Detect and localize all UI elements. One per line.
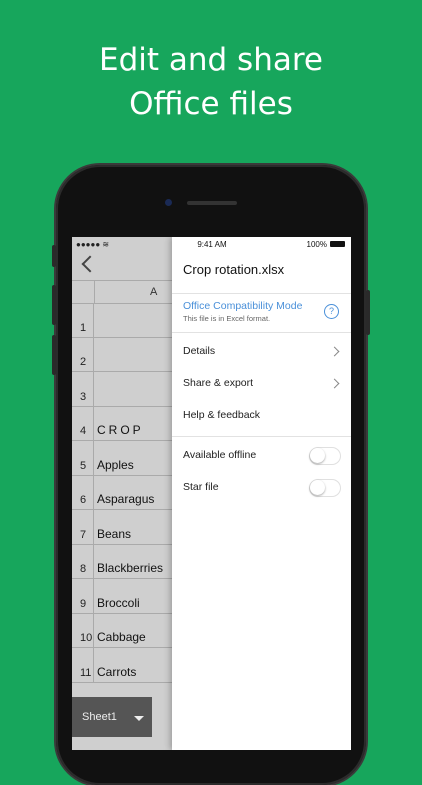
divider: [172, 436, 351, 437]
cell-value[interactable]: Apples: [97, 458, 134, 472]
row-number: 9: [80, 597, 87, 610]
row-number: 8: [80, 563, 87, 575]
front-camera: [165, 199, 172, 206]
cell-value[interactable]: CROP: [97, 423, 144, 437]
star-file-row: Star file: [172, 472, 351, 504]
toggle-knob: [310, 448, 325, 463]
table-row[interactable]: 3: [72, 372, 172, 407]
row-number: 5: [80, 459, 87, 472]
available-offline-toggle[interactable]: [309, 447, 341, 465]
table-row[interactable]: 2: [72, 337, 172, 372]
share-export-menu-item[interactable]: Share & export: [172, 368, 351, 400]
column-header-a[interactable]: A: [150, 286, 157, 298]
toggle-knob: [310, 480, 325, 495]
details-menu-item[interactable]: Details: [172, 336, 351, 368]
row-number: 11: [80, 666, 92, 679]
divider: [172, 332, 351, 333]
status-time: 9:41 AM: [197, 240, 227, 249]
headline-line1: Edit and share: [99, 42, 323, 78]
cell-value[interactable]: Carrots: [97, 665, 136, 679]
star-file-toggle[interactable]: [309, 479, 341, 497]
row-number: 4: [80, 425, 87, 437]
table-row[interactable]: 10 Cabbage: [72, 613, 172, 648]
headline-line2: Office files: [129, 86, 293, 122]
details-label: Details: [183, 345, 216, 357]
column-header-row: A: [72, 280, 172, 304]
file-details-drawer: 9:41 AM 100% Crop rotation.xlsx Office C…: [172, 237, 351, 750]
help-feedback-menu-item[interactable]: Help & feedback: [172, 400, 351, 432]
file-title: Crop rotation.xlsx: [183, 262, 285, 277]
row-number: 3: [80, 390, 87, 403]
row-number: 1: [80, 321, 87, 334]
phone-screen: ●●●●● ≋ A 1 2 3 4 CROP 5 Apples 6 Asparagus…: [72, 237, 351, 750]
compat-title: Office Compatibility Mode: [183, 300, 303, 312]
volume-up-button: [52, 285, 56, 325]
mute-switch: [52, 245, 56, 267]
earpiece-speaker: [187, 201, 237, 205]
compatibility-mode-row[interactable]: Office Compatibility Mode This file is i…: [172, 294, 351, 331]
chevron-right-icon: [329, 346, 340, 357]
help-circle-icon[interactable]: ?: [324, 304, 339, 319]
table-row[interactable]: 5 Apples: [72, 441, 172, 476]
chevron-right-icon: [329, 378, 340, 389]
sheet-tab-label: Sheet1: [82, 711, 117, 723]
sheet-rows: 1 2 3 4 CROP 5 Apples 6 Asparagus 7 Beans 8B…: [72, 303, 172, 683]
corner-cell: [72, 281, 95, 303]
spreadsheet-view: ●●●●● ≋ A 1 2 3 4 CROP 5 Apples 6 Asparagus…: [72, 237, 172, 750]
power-button: [366, 290, 370, 335]
compat-subtitle: This file is in Excel format.: [183, 314, 271, 323]
cell-value[interactable]: Beans: [97, 527, 131, 541]
volume-down-button: [52, 335, 56, 375]
table-row[interactable]: 4 CROP: [72, 406, 172, 441]
table-row[interactable]: 8 Blackberries: [72, 544, 172, 579]
row-number: 7: [80, 528, 87, 541]
battery-icon: [330, 241, 345, 247]
battery-percent: 100%: [306, 240, 327, 249]
cell-value[interactable]: Broccoli: [97, 596, 140, 610]
back-chevron-icon[interactable]: [81, 255, 99, 273]
row-number: 10: [80, 632, 93, 644]
row-number: 2: [80, 356, 87, 368]
help-feedback-label: Help & feedback: [183, 409, 261, 421]
table-row[interactable]: 9 Broccoli: [72, 579, 172, 614]
cell-value[interactable]: Blackberries: [97, 561, 163, 575]
caret-down-icon[interactable]: [134, 716, 144, 721]
cell-value[interactable]: Asparagus: [97, 492, 154, 506]
table-row[interactable]: 11 Carrots: [72, 648, 172, 683]
share-export-label: Share & export: [183, 377, 254, 389]
star-file-label: Star file: [183, 481, 219, 493]
table-row[interactable]: 1: [72, 303, 172, 338]
cell-value[interactable]: Cabbage: [97, 630, 146, 644]
table-row[interactable]: 6 Asparagus: [72, 475, 172, 510]
available-offline-row: Available offline: [172, 440, 351, 472]
sheet-tab[interactable]: Sheet1: [72, 697, 152, 737]
table-row[interactable]: 7 Beans: [72, 510, 172, 545]
headline: Edit and share Office files: [0, 38, 422, 126]
signal-status: ●●●●● ≋: [76, 240, 110, 249]
available-offline-label: Available offline: [183, 449, 257, 461]
row-number: 6: [80, 494, 87, 506]
